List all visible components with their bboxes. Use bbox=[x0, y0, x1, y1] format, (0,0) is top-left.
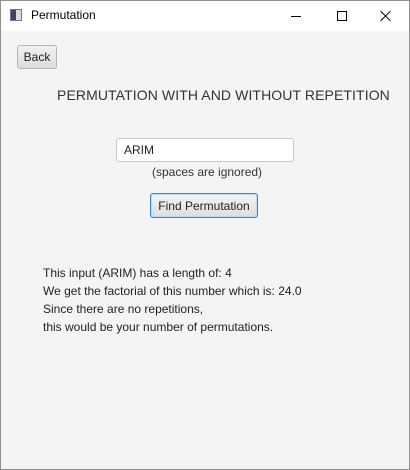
find-permutation-button[interactable]: Find Permutation bbox=[150, 193, 258, 218]
result-line: This input (ARIM) has a length of: 4 bbox=[43, 266, 232, 280]
maximize-button[interactable] bbox=[319, 1, 365, 31]
result-line: Since there are no repetitions, bbox=[43, 302, 204, 316]
result-text: This input (ARIM) has a length of: 4 We … bbox=[43, 264, 302, 336]
back-button[interactable]: Back bbox=[17, 45, 57, 69]
page-title: PERMUTATION WITH AND WITHOUT REPETITION bbox=[57, 87, 390, 103]
minimize-icon bbox=[291, 15, 301, 17]
result-line: We get the factorial of this number whic… bbox=[43, 284, 302, 298]
app-icon bbox=[10, 9, 22, 21]
maximize-icon bbox=[337, 11, 347, 21]
title-bar: Permutation bbox=[1, 1, 409, 31]
close-button[interactable] bbox=[363, 1, 409, 31]
input-hint: (spaces are ignored) bbox=[152, 165, 263, 179]
minimize-button[interactable] bbox=[273, 1, 319, 31]
window-title: Permutation bbox=[31, 8, 96, 22]
word-input[interactable] bbox=[116, 138, 294, 162]
close-icon bbox=[380, 10, 392, 22]
app-window: Permutation Back PERMUTATION WITH AND WI… bbox=[0, 0, 410, 470]
main-content: Back PERMUTATION WITH AND WITHOUT REPETI… bbox=[1, 31, 409, 469]
result-line: this would be your number of permutation… bbox=[43, 320, 274, 334]
